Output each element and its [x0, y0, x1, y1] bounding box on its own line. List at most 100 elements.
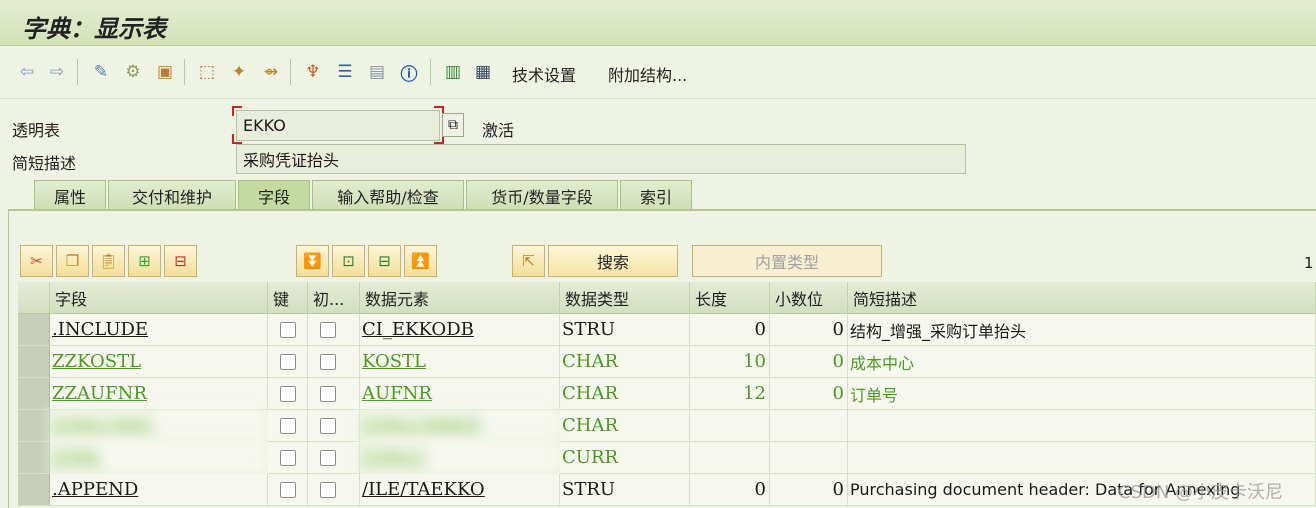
tab-currency-quantity-fields[interactable]: 货币/数量字段 [466, 180, 618, 210]
row-selector[interactable] [18, 378, 50, 410]
decimals-cell[interactable]: 0 [770, 378, 848, 410]
header-selector[interactable] [18, 282, 50, 314]
initial-checkbox[interactable] [320, 481, 336, 498]
row-selector[interactable] [18, 314, 50, 346]
data-element-cell[interactable]: ZZBLURRED [360, 410, 560, 442]
data-type-cell[interactable]: STRU [560, 314, 690, 346]
table-row[interactable]: .INCLUDE CI_EKKODB STRU 0 0 结构_增强_采购订单抬头 [18, 314, 1316, 346]
data-type-cell[interactable]: CURR [560, 442, 690, 474]
key-checkbox[interactable] [280, 321, 296, 338]
row-selector[interactable] [18, 474, 50, 506]
copy-row-icon[interactable]: ❐ [56, 245, 89, 277]
paste-icon[interactable]: 📋︎ [92, 245, 125, 277]
info-icon[interactable]: ⓘ [396, 60, 422, 85]
forward-arrow-icon[interactable]: ⇨ [44, 60, 70, 84]
initial-checkbox[interactable] [320, 321, 336, 338]
decimals-cell[interactable] [770, 442, 848, 474]
length-cell[interactable]: 10 [690, 346, 770, 378]
column-header-field[interactable]: 字段 [50, 282, 268, 314]
initial-checkbox[interactable] [320, 385, 336, 402]
new-fields-icon[interactable]: ⇱ [512, 245, 545, 277]
data-element-cell[interactable]: /ILE/TAEKKO [360, 474, 560, 506]
magic-wand-icon[interactable]: ✦ [226, 60, 252, 84]
select-down-icon[interactable]: ⏬ [296, 245, 329, 277]
length-cell[interactable]: 12 [690, 378, 770, 410]
data-type-cell[interactable]: CHAR [560, 410, 690, 442]
field-name-cell[interactable]: .INCLUDE [50, 314, 268, 346]
where-used-icon[interactable]: ⬚ [194, 60, 220, 84]
display-change-icon[interactable]: ✎ [88, 60, 114, 84]
short-description-field[interactable]: 采购凭证抬头 [236, 144, 966, 174]
deselect-icon[interactable]: ⊟ [368, 245, 401, 277]
tab-fields[interactable]: 字段 [238, 180, 310, 210]
select-all-icon[interactable]: ⊡ [332, 245, 365, 277]
search-button[interactable]: 搜索 [548, 245, 678, 277]
tab-delivery-maintenance[interactable]: 交付和维护 [108, 180, 236, 210]
data-type-cell[interactable]: CHAR [560, 346, 690, 378]
data-type-cell[interactable]: STRU [560, 474, 690, 506]
key-checkbox[interactable] [280, 449, 296, 466]
tab-attributes[interactable]: 属性 [34, 180, 106, 210]
column-header-length[interactable]: 长度 [690, 282, 770, 314]
short-description-cell: 结构_增强_采购订单抬头 [848, 314, 1316, 346]
back-arrow-icon[interactable]: ⇦ [14, 60, 40, 84]
length-cell[interactable]: 0 [690, 474, 770, 506]
field-name-cell[interactable]: ZZAUFNR [50, 378, 268, 410]
key-checkbox[interactable] [280, 353, 296, 370]
tab-input-help-check[interactable]: 输入帮助/检查 [312, 180, 464, 210]
activate-icon[interactable]: ▣ [152, 60, 178, 84]
row-selector[interactable] [18, 410, 50, 442]
columns-icon[interactable]: ▥ [440, 60, 466, 84]
copy-icon[interactable]: ⧉ [442, 113, 464, 137]
data-type-cell[interactable]: CHAR [560, 378, 690, 410]
table-icon[interactable]: ▦ [470, 60, 496, 84]
field-name-cell[interactable]: ZZBLURR1 [50, 410, 268, 442]
column-header-decimals[interactable]: 小数位 [770, 282, 848, 314]
column-header-data-element[interactable]: 数据元素 [360, 282, 560, 314]
length-cell[interactable] [690, 410, 770, 442]
list-icon[interactable]: ☰ [332, 60, 358, 84]
initial-checkbox[interactable] [320, 353, 336, 370]
initial-checkbox[interactable] [320, 417, 336, 434]
column-header-data-type[interactable]: 数据类型 [560, 282, 690, 314]
data-element-cell[interactable]: CI_EKKODB [360, 314, 560, 346]
field-name-cell[interactable]: ZZBL [50, 442, 268, 474]
append-structure-button[interactable]: 附加结构... [608, 62, 687, 86]
key-checkbox[interactable] [280, 481, 296, 498]
column-header-short-description[interactable]: 简短描述 [848, 282, 1316, 314]
collapse-icon[interactable]: ⏫ [404, 245, 437, 277]
key-checkbox[interactable] [280, 417, 296, 434]
row-selector[interactable] [18, 442, 50, 474]
builtin-type-button[interactable]: 内置类型 [692, 245, 882, 277]
table-row[interactable]: ZZKOSTL KOSTL CHAR 10 0 成本中心 [18, 346, 1316, 378]
data-element-cell[interactable]: AUFNR [360, 378, 560, 410]
decimals-cell[interactable]: 0 [770, 314, 848, 346]
column-header-initial[interactable]: 初... [308, 282, 360, 314]
field-name-cell[interactable]: ZZKOSTL [50, 346, 268, 378]
column-header-key[interactable]: 键 [268, 282, 308, 314]
tab-indexes[interactable]: 索引 [620, 180, 692, 210]
insert-row-icon[interactable]: ⊞ [128, 245, 161, 277]
table-row[interactable]: ZZBLURR1 ZZBLURRED CHAR [18, 410, 1316, 442]
key-checkbox[interactable] [280, 385, 296, 402]
table-row[interactable]: ZZBL ZZBLU CURR [18, 442, 1316, 474]
technical-settings-button[interactable]: 技术设置 [512, 62, 576, 86]
initial-checkbox[interactable] [320, 449, 336, 466]
row-selector[interactable] [18, 346, 50, 378]
decimals-cell[interactable]: 0 [770, 346, 848, 378]
cut-icon[interactable]: ✂ [20, 245, 53, 277]
data-element-cell[interactable]: KOSTL [360, 346, 560, 378]
check-object-icon[interactable]: ⚙ [120, 60, 146, 84]
decimals-cell[interactable]: 0 [770, 474, 848, 506]
length-cell[interactable]: 0 [690, 314, 770, 346]
table-row[interactable]: ZZAUFNR AUFNR CHAR 12 0 订单号 [18, 378, 1316, 410]
navigate-icon[interactable]: ⇴ [258, 60, 284, 84]
data-element-cell[interactable]: ZZBLU [360, 442, 560, 474]
length-cell[interactable] [690, 442, 770, 474]
delete-row-icon[interactable]: ⊟ [164, 245, 197, 277]
document-icon[interactable]: ▤ [364, 60, 390, 84]
hierarchy-icon[interactable]: ♆ [300, 60, 326, 84]
field-name-cell[interactable]: .APPEND [50, 474, 268, 506]
decimals-cell[interactable] [770, 410, 848, 442]
toolbar-separator [184, 59, 185, 85]
